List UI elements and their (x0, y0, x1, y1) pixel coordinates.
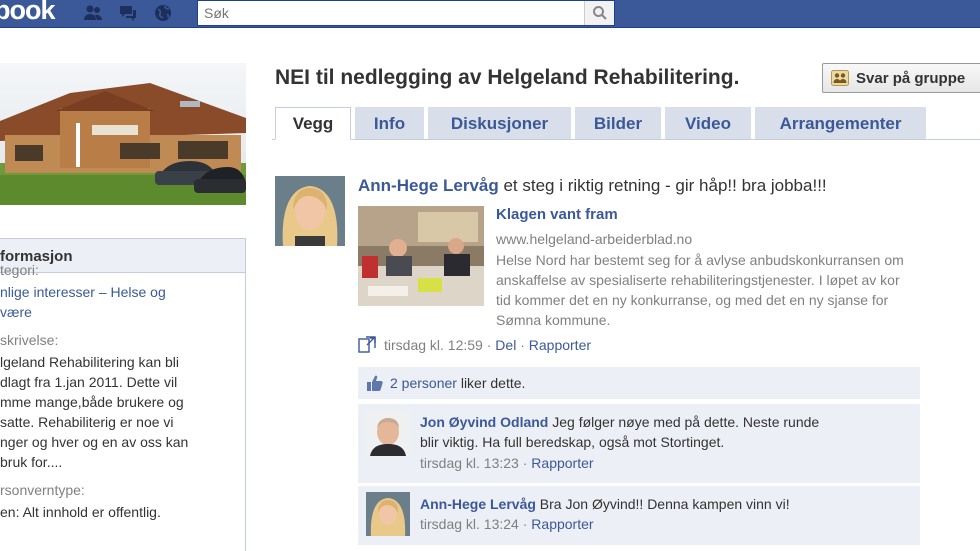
privacy-label: rsonverntype: (0, 482, 85, 498)
search-box (197, 0, 615, 26)
attachment-description-line: tid kommer det en ny konkurranse, og med… (496, 292, 889, 308)
category-link[interactable]: nlige interesser – Helse og (0, 282, 166, 302)
comment-report-link[interactable]: Rapporter (531, 516, 593, 532)
comment-author-link[interactable]: Jon Øyvind Odland (420, 414, 548, 430)
attachment-description: Helse Nord har bestemt seg for å avlyse … (496, 250, 980, 330)
comment-meta: tirsdag kl. 13:24 · Rapporter (420, 516, 594, 532)
description-line: bruk for.... (0, 454, 63, 470)
facebook-logo[interactable]: book (0, 0, 55, 26)
attachment-description-line: anskaffelse av spesialiserte rehabiliter… (496, 272, 900, 288)
join-group-button[interactable]: Svar på gruppe (822, 63, 980, 93)
comment: Jon Øyvind Odland Jeg følger nøye med på… (358, 403, 920, 483)
comment-body: Jon Øyvind Odland Jeg følger nøye med på… (420, 412, 819, 432)
separator: · (516, 337, 529, 353)
shared-link-icon (358, 336, 376, 353)
likes-people-link[interactable]: 2 personer (390, 375, 457, 391)
separator: · (518, 516, 532, 532)
comment-report-link[interactable]: Rapporter (531, 455, 593, 471)
group-profile-picture[interactable] (0, 63, 246, 205)
attachment-thumbnail[interactable] (358, 206, 484, 306)
comment-author-avatar[interactable] (366, 492, 410, 536)
comment-author-link[interactable]: Ann-Hege Lervåg (420, 496, 536, 512)
separator: · (518, 455, 532, 471)
page-title: NEI til nedlegging av Helgeland Rehabili… (275, 66, 740, 89)
attachment-url: www.helgeland-arbeiderblad.no (496, 231, 693, 247)
friend-requests-icon[interactable] (80, 0, 106, 26)
post-author-link[interactable]: Ann-Hege Lervåg (358, 176, 499, 195)
attachment-title-link[interactable]: Klagen vant fram (496, 206, 618, 223)
post-message: et steg i riktig retning - gir håp!! bra… (498, 176, 827, 195)
comment-text: blir viktig. Ha full beredskap, også mot… (420, 434, 725, 450)
comment-text: Jeg følger nøye med på dette. Neste rund… (548, 414, 820, 430)
search-input[interactable] (198, 1, 584, 25)
group-icon (831, 70, 849, 86)
tab-info[interactable]: Info (355, 107, 424, 139)
report-link[interactable]: Rapporter (529, 337, 591, 353)
post-header: Ann-Hege Lervåg et steg i riktig retning… (358, 176, 827, 196)
description-line: dlagt fra 1.jan 2011. Dette vil (0, 374, 178, 390)
join-group-label: Svar på gruppe (856, 69, 966, 87)
privacy-value: en: Alt innhold er offentlig. (0, 504, 161, 520)
tab-vegg[interactable]: Vegg (275, 107, 351, 140)
post-meta: tirsdag kl. 12:59 · Del · Rapporter (358, 336, 591, 354)
search-icon (592, 6, 607, 20)
top-bar: book (0, 0, 980, 28)
messages-icon[interactable] (115, 0, 141, 26)
post-timestamp[interactable]: tirsdag kl. 12:59 (384, 337, 483, 353)
attachment-description-line: Sømna kommune. (496, 312, 611, 328)
description-label: skrivelse: (0, 332, 59, 348)
tab-arrangementer[interactable]: Arrangementer (755, 107, 926, 139)
notifications-globe-icon[interactable] (150, 0, 176, 26)
description-line: nger og hver og en av oss kan (0, 434, 189, 450)
tab-bilder[interactable]: Bilder (575, 107, 661, 139)
tab-video[interactable]: Video (665, 107, 751, 139)
like-thumb-icon (367, 375, 383, 391)
left-column: formasjon tegori: nlige interesser – Hel… (0, 28, 250, 551)
description-line: satte. Rehabiliterig er noe vi (0, 414, 174, 430)
likes-summary: 2 personer liker dette. (358, 367, 920, 399)
tabs-divider (272, 139, 980, 140)
comment-meta: tirsdag kl. 13:23 · Rapporter (420, 455, 594, 471)
comment: Ann-Hege Lervåg Bra Jon Øyvind!! Denna k… (358, 485, 920, 545)
description-line: mme mange,både brukere og (0, 394, 184, 410)
category-label: tegori: (0, 262, 39, 278)
comment-author-avatar[interactable] (366, 412, 410, 456)
share-link[interactable]: Del (495, 337, 516, 353)
attachment-description-line: Helse Nord har bestemt seg for å avlyse … (496, 252, 904, 268)
search-button[interactable] (584, 1, 614, 25)
comment-timestamp[interactable]: tirsdag kl. 13:23 (420, 455, 519, 471)
post-author-avatar[interactable] (275, 176, 345, 246)
likes-text: liker dette. (456, 375, 526, 391)
comment-timestamp[interactable]: tirsdag kl. 13:24 (420, 516, 519, 532)
tab-diskusjoner[interactable]: Diskusjoner (428, 107, 571, 139)
description-line: lgeland Rehabilitering kan bli (0, 354, 180, 370)
comment-body: Ann-Hege Lervåg Bra Jon Øyvind!! Denna k… (420, 494, 790, 514)
separator: · (482, 337, 496, 353)
comment-text: Bra Jon Øyvind!! Denna kampen vinn vi! (535, 496, 790, 512)
category-link-cont[interactable]: være (0, 302, 32, 322)
